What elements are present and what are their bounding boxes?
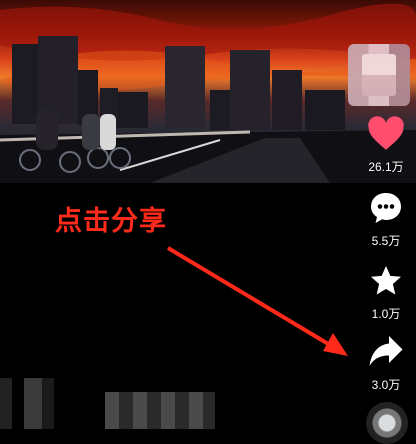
music-disc[interactable] bbox=[366, 402, 408, 444]
annotation-arrow bbox=[166, 246, 348, 356]
video-caption bbox=[0, 378, 300, 429]
